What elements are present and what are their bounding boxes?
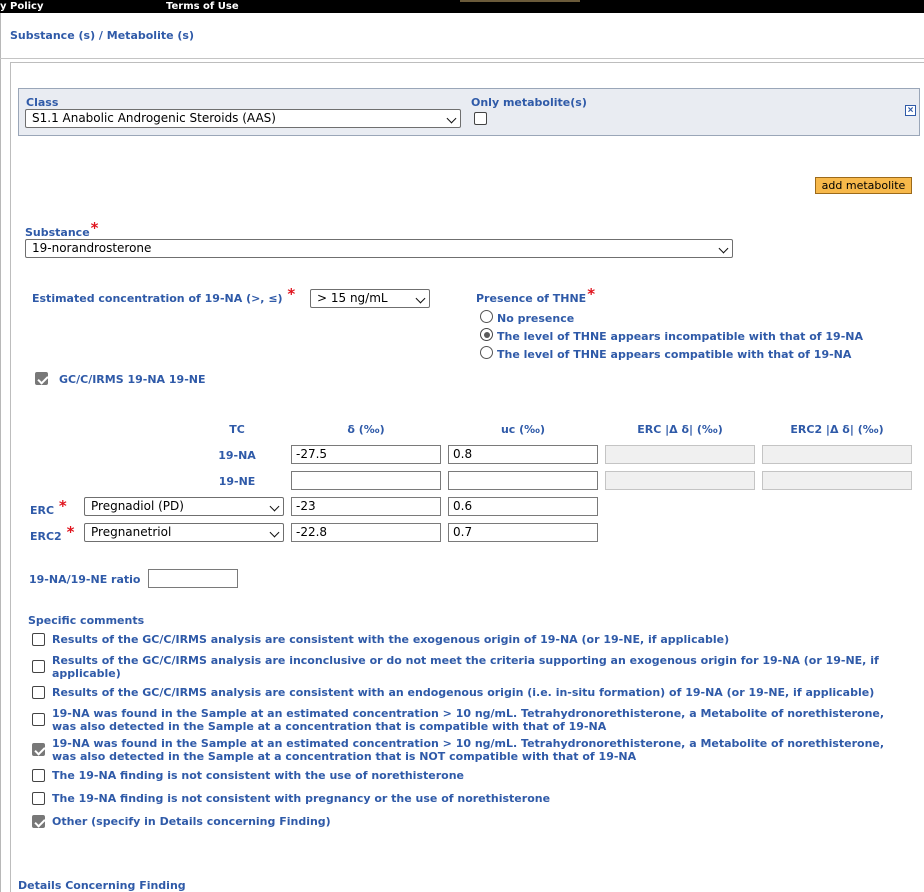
- delta-erc-input[interactable]: -23: [291, 497, 441, 516]
- concentration-select-value: > 15 ng/mL: [317, 291, 388, 305]
- add-metabolite-button[interactable]: add metabolite: [815, 177, 912, 194]
- required-marker: *: [58, 497, 67, 515]
- erc2-select[interactable]: Pregnanetriol: [84, 523, 284, 542]
- required-marker: *: [90, 219, 99, 237]
- chevron-down-icon: [718, 243, 729, 254]
- uc-erc-input[interactable]: 0.6: [448, 497, 598, 516]
- thne-option-label: The level of THNE appears incompatible w…: [497, 330, 863, 343]
- only-metabolite-checkbox[interactable]: [474, 112, 487, 125]
- class-label: Class: [26, 96, 59, 109]
- chevron-down-icon: [269, 527, 280, 538]
- class-select[interactable]: S1.1 Anabolic Androgenic Steroids (AAS): [25, 109, 461, 128]
- terms-of-use-link[interactable]: Terms of Use: [166, 0, 239, 13]
- thne-incompatible-radio[interactable]: [480, 328, 493, 341]
- delta-19-na-input[interactable]: -27.5: [291, 445, 441, 464]
- chevron-down-icon: [415, 293, 426, 304]
- thne-no-presence-radio[interactable]: [480, 310, 493, 323]
- comment-checkbox[interactable]: [32, 815, 45, 828]
- specific-comments-label: Specific comments: [28, 614, 145, 627]
- required-marker: *: [66, 523, 75, 541]
- col-header-uc: uc (‰): [500, 423, 546, 436]
- chevron-down-icon: [446, 113, 457, 124]
- erc-label-text: ERC: [30, 504, 55, 517]
- banner-strip: [460, 0, 580, 2]
- frame-border: [0, 13, 1, 892]
- comment-text: Other (specify in Details concerning Fin…: [52, 815, 331, 828]
- erc-select-value: Pregnadiol (PD): [91, 499, 184, 513]
- thne-label: Presence of THNE*: [476, 285, 596, 306]
- concentration-label: Estimated concentration of 19-NA (>, ≤) …: [32, 285, 296, 306]
- substance-select[interactable]: 19-norandrosterone: [25, 239, 733, 258]
- erc2-label-text: ERC2: [30, 530, 62, 543]
- erc-19-na-input: [605, 445, 755, 464]
- comment-checkbox[interactable]: [32, 633, 45, 646]
- comment-checkbox[interactable]: [32, 686, 45, 699]
- concentration-label-text: Estimated concentration of 19-NA (>, ≤): [32, 292, 283, 305]
- substance-label: Substance*: [25, 219, 99, 240]
- details-concerning-finding-label: Details Concerning Finding: [18, 879, 186, 892]
- thne-option-label: No presence: [497, 312, 575, 325]
- erc2-select-value: Pregnanetriol: [91, 525, 172, 539]
- erc-19-ne-input: [605, 471, 755, 490]
- chevron-down-icon: [269, 501, 280, 512]
- section-title: Substance (s) / Metabolite (s): [10, 29, 194, 42]
- comment-checkbox[interactable]: [32, 660, 45, 673]
- ratio-input[interactable]: [148, 569, 238, 588]
- comment-text: Results of the GC/C/IRMS analysis are co…: [52, 633, 730, 646]
- row-label-19-na: 19-NA: [218, 449, 256, 462]
- uc-19-na-input[interactable]: 0.8: [448, 445, 598, 464]
- privacy-policy-link[interactable]: y Policy: [0, 0, 44, 13]
- substance-select-value: 19-norandrosterone: [32, 241, 152, 255]
- erc2-label: ERC2 *: [30, 523, 75, 544]
- required-marker: *: [587, 285, 596, 303]
- gcirms-label: GC/C/IRMS 19-NA 19-NE: [59, 373, 206, 386]
- comment-text: 19-NA was found in the Sample at an esti…: [52, 737, 885, 763]
- gcirms-checkbox[interactable]: [35, 372, 48, 385]
- substance-label-text: Substance: [25, 226, 90, 239]
- only-metabolite-label: Only metabolite(s): [471, 96, 587, 109]
- erc-select[interactable]: Pregnadiol (PD): [84, 497, 284, 516]
- col-header-tc: TC: [229, 423, 245, 436]
- col-header-erc: ERC |Δ δ| (‰): [637, 423, 723, 436]
- comment-text: The 19-NA finding is not consistent with…: [52, 792, 551, 805]
- class-select-value: S1.1 Anabolic Androgenic Steroids (AAS): [32, 111, 276, 125]
- thne-option-label: The level of THNE appears compatible wit…: [497, 348, 852, 361]
- comment-text: 19-NA was found in the Sample at an esti…: [52, 707, 885, 733]
- col-header-delta: δ (‰): [347, 423, 385, 436]
- comment-checkbox[interactable]: [32, 769, 45, 782]
- erc-label: ERC *: [30, 497, 67, 518]
- comment-text: Results of the GC/C/IRMS analysis are in…: [52, 654, 879, 680]
- col-header-erc2: ERC2 |Δ δ| (‰): [790, 423, 884, 436]
- comment-checkbox[interactable]: [32, 713, 45, 726]
- uc-erc2-input[interactable]: 0.7: [448, 523, 598, 542]
- delta-erc2-input[interactable]: -22.8: [291, 523, 441, 542]
- required-marker: *: [287, 285, 296, 303]
- erc2-19-ne-input: [762, 471, 912, 490]
- divider: [0, 58, 924, 59]
- comment-text: Results of the GC/C/IRMS analysis are co…: [52, 686, 875, 699]
- thne-label-text: Presence of THNE: [476, 292, 587, 305]
- comment-checkbox[interactable]: [32, 743, 45, 756]
- thne-compatible-radio[interactable]: [480, 346, 493, 359]
- uc-19-ne-input[interactable]: [448, 471, 598, 490]
- ratio-label: 19-NA/19-NE ratio: [29, 573, 141, 586]
- delta-19-ne-input[interactable]: [291, 471, 441, 490]
- close-icon[interactable]: ×: [905, 105, 916, 116]
- concentration-select[interactable]: > 15 ng/mL: [310, 289, 430, 308]
- comment-text: The 19-NA finding is not consistent with…: [52, 769, 464, 782]
- erc2-19-na-input: [762, 445, 912, 464]
- top-footer-bar: y Policy Terms of Use: [0, 0, 924, 13]
- row-label-19-ne: 19-NE: [218, 475, 256, 488]
- comment-checkbox[interactable]: [32, 792, 45, 805]
